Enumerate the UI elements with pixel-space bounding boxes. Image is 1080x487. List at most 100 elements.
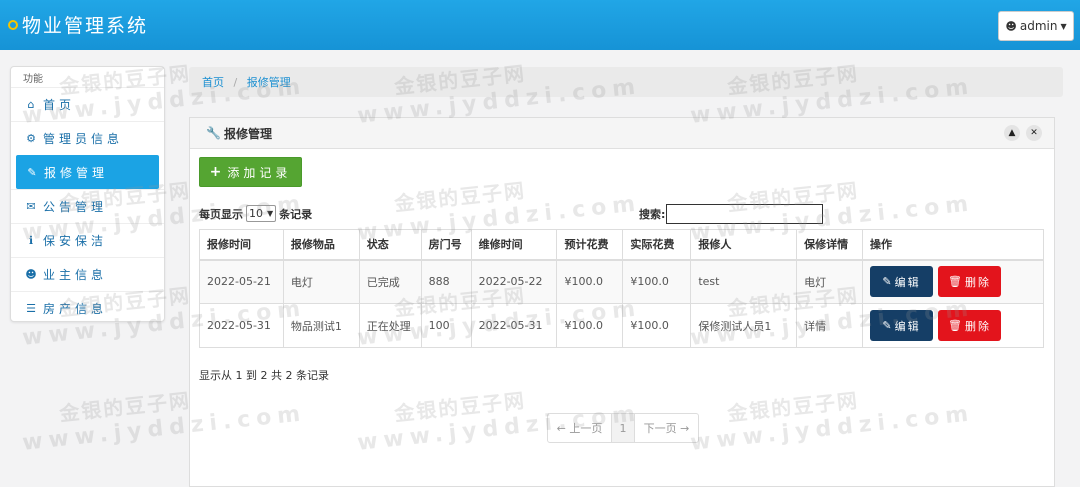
home-icon: ⌂ — [27, 98, 35, 111]
sidebar-item-label: 业主信息 — [43, 268, 108, 282]
sidebar-item-label: 房产信息 — [43, 302, 108, 316]
prev-page-button[interactable]: ← 上一页 — [548, 414, 612, 442]
table-cell: 电灯 — [282, 259, 360, 304]
table-cell: 物品测试1 — [282, 303, 360, 348]
page-number-button[interactable]: 1 — [612, 414, 635, 442]
add-record-button[interactable]: + 添加记录 — [199, 157, 302, 187]
sidebar-header: 功能 — [23, 74, 43, 85]
collapse-icon[interactable]: ▲ — [1004, 125, 1020, 141]
page-length-value: 10 — [249, 207, 263, 220]
column-header[interactable]: 状态 — [358, 229, 422, 261]
next-page-button[interactable]: 下一页 → — [635, 414, 698, 442]
delete-button[interactable]: 🗑 删除 — [938, 266, 1002, 298]
edit-icon: ✎ — [882, 319, 892, 332]
edit-label: 编辑 — [894, 275, 921, 289]
sidebar-item[interactable]: ☰ 房产信息 — [11, 291, 164, 325]
panel-title: 报修管理 — [223, 126, 272, 141]
table-cell: ¥100.0 — [622, 303, 692, 348]
table-cell: 正在处理 — [358, 303, 422, 348]
plus-icon: + — [209, 164, 222, 180]
sidebar-item[interactable]: ✎ 报修管理 — [16, 155, 159, 189]
trash-icon: 🗑 — [948, 319, 963, 332]
delete-label: 删除 — [965, 275, 992, 289]
panel-header: 🔧 报修管理 ▲ ✕ — [190, 118, 1054, 149]
table-cell: ¥100.0 — [556, 259, 624, 304]
sidebar-item[interactable]: ⌂ 首页 — [11, 87, 164, 121]
table-cell: ¥100.0 — [622, 259, 692, 304]
table-info: 显示从 1 到 2 共 2 条记录 — [199, 369, 329, 382]
table-cell: 电灯 — [796, 259, 864, 304]
page-length-control: 每页显示 10 ▼ 条记录 — [199, 205, 312, 222]
info-icon: ℹ — [28, 234, 34, 247]
table-cell: 已完成 — [358, 259, 422, 304]
wrench-icon: 🔧 — [206, 126, 221, 140]
table-row: 2022-05-21 电灯 已完成 888 2022-05-22 ¥100.0 ¥100.0… — [199, 259, 1044, 304]
user-menu-button[interactable]: ☻ admin ▼ — [998, 11, 1074, 41]
table-cell: test — [690, 259, 798, 304]
length-prefix: 每页显示 — [199, 207, 243, 221]
sidebar-item[interactable]: ✉ 公告管理 — [11, 189, 164, 223]
table-cell: 详情 — [796, 303, 864, 348]
caret-down-icon: ▼ — [1060, 21, 1067, 31]
breadcrumb: 首页 / 报修管理 — [189, 67, 1063, 97]
table-cell: 100 — [420, 303, 472, 348]
table-cell: 2022-05-22 — [470, 259, 558, 304]
table-cell: 2022-05-21 — [199, 259, 284, 304]
search-label: 搜索: — [639, 208, 666, 221]
sidebar-item-label: 管理员信息 — [43, 132, 124, 146]
search-control: 搜索: — [639, 204, 824, 224]
app-brand[interactable]: 物业管理系统 — [8, 11, 148, 38]
repair-panel: 🔧 报修管理 ▲ ✕ + 添加记录 每页显示 10 ▼ 条记录 搜索: 报修时间… — [189, 117, 1055, 487]
column-header[interactable]: 预计花费 — [556, 229, 624, 261]
breadcrumb-home[interactable]: 首页 — [202, 76, 224, 89]
column-header[interactable]: 报修物品 — [282, 229, 360, 261]
sidebar-item[interactable]: ⚙ 管理员信息 — [11, 121, 164, 155]
chevron-down-icon: ▼ — [267, 209, 274, 218]
sidebar-item-label: 首页 — [43, 98, 76, 112]
app-title: 物业管理系统 — [22, 15, 149, 37]
sidebar-item[interactable]: ☻ 业主信息 — [11, 257, 164, 291]
table-cell: 保修测试人员1 — [690, 303, 798, 348]
breadcrumb-separator: / — [233, 76, 238, 89]
sidebar: 功能 ⌂ 首页 ⚙ 管理员信息 ✎ 报修管理 ✉ 公告管理 ℹ 保安保洁 ☻ 业主信息 ☰ 房产信息 — [10, 66, 165, 322]
wrench-icon: ✎ — [27, 165, 37, 179]
column-header[interactable]: 操作 — [862, 229, 1044, 261]
logo-icon — [8, 19, 18, 30]
delete-button[interactable]: 🗑 删除 — [938, 310, 1002, 341]
sidebar-item[interactable]: ℹ 保安保洁 — [11, 223, 164, 257]
envelope-icon: ✉ — [26, 200, 36, 213]
list-icon: ☰ — [26, 302, 36, 315]
actions-cell: ✎ 编辑 🗑 删除 — [862, 303, 1044, 348]
column-header[interactable]: 房门号 — [420, 229, 472, 261]
close-icon[interactable]: ✕ — [1026, 125, 1042, 141]
column-header[interactable]: 实际花费 — [622, 229, 692, 261]
sidebar-item-label: 报修管理 — [44, 165, 109, 180]
delete-label: 删除 — [965, 319, 992, 333]
edit-button[interactable]: ✎ 编辑 — [870, 266, 934, 298]
length-suffix: 条记录 — [279, 207, 313, 221]
trash-icon: 🗑 — [948, 275, 963, 289]
page-length-select[interactable]: 10 ▼ — [246, 205, 277, 222]
sidebar-item-label: 保安保洁 — [43, 234, 108, 248]
edit-button[interactable]: ✎ 编辑 — [870, 310, 934, 341]
table-cell: 2022-05-31 — [470, 303, 558, 348]
user-icon: ☻ — [25, 268, 37, 281]
user-name: admin — [1019, 19, 1058, 33]
breadcrumb-current[interactable]: 报修管理 — [247, 76, 291, 89]
edit-icon: ✎ — [882, 275, 892, 289]
sidebar-item-label: 公告管理 — [43, 200, 108, 214]
column-header[interactable]: 报修时间 — [199, 229, 284, 261]
table-cell: ¥100.0 — [556, 303, 624, 348]
repair-table: 报修时间 报修物品 状态 房门号 维修时间 预计花费 实际花费 报修人 保修详情 操作 2022-… — [199, 229, 1044, 348]
pagination: ← 上一页 1 下一页 → — [547, 413, 699, 443]
table-row: 2022-05-31 物品测试1 正在处理 100 2022-05-31 ¥100.0 ¥1… — [199, 303, 1044, 348]
column-header[interactable]: 报修人 — [690, 229, 798, 261]
add-record-label: 添加记录 — [227, 165, 292, 180]
actions-cell: ✎ 编辑 🗑 删除 — [862, 259, 1044, 304]
search-input[interactable] — [666, 204, 824, 224]
gear-icon: ⚙ — [26, 132, 36, 145]
edit-label: 编辑 — [894, 319, 921, 333]
column-header[interactable]: 保修详情 — [796, 229, 864, 261]
column-header[interactable]: 维修时间 — [470, 229, 558, 261]
user-icon: ☻ — [1005, 19, 1017, 33]
